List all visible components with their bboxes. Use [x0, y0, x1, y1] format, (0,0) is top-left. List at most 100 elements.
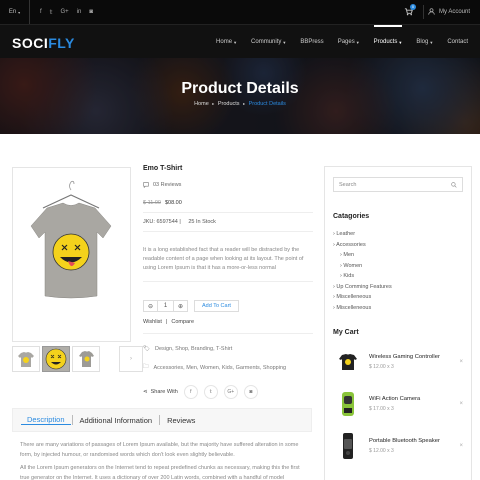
category-miscellaneous-2[interactable]: › Miscelleneous	[333, 303, 463, 314]
reviews-link[interactable]: 03 Reviews	[143, 182, 313, 188]
tab-reviews[interactable]: Reviews	[161, 416, 201, 425]
nav-item-home[interactable]: Home ▼	[216, 25, 237, 59]
chevron-down-icon: ▼	[398, 39, 403, 45]
nav-item-products[interactable]: Products ▼	[373, 25, 403, 59]
cart-item[interactable]: Wireless Gaming Controller $ 12.00 x 3 ×	[333, 346, 463, 378]
cart-item-name[interactable]: Portable Bluetooth Speaker	[369, 438, 459, 444]
linkedin-icon[interactable]: in	[77, 9, 82, 15]
category-men[interactable]: › Men	[333, 250, 463, 261]
divider	[143, 231, 313, 232]
search-input[interactable]: Search	[339, 182, 356, 188]
nav-item-label: Community	[251, 39, 282, 45]
quantity-increase-button[interactable]: ⊕	[173, 300, 188, 312]
cart-item-image	[333, 346, 363, 378]
share-twitter-button[interactable]: 𝕥	[203, 385, 218, 399]
language-selector[interactable]: En ▾	[0, 0, 30, 24]
quantity-input[interactable]: 1	[158, 300, 173, 312]
share-icon: ⋖	[143, 389, 148, 395]
search-icon[interactable]	[451, 181, 457, 188]
cart-count-badge: 0	[410, 4, 416, 10]
cart-item-name[interactable]: WiFi Action Camera	[369, 396, 459, 402]
thumbnail-smiley-closeup[interactable]	[42, 346, 70, 372]
page-title: Product Details	[181, 80, 299, 97]
cart-icon[interactable]: 0	[404, 4, 416, 17]
social-links: f 𝕥 G+ in ◙	[30, 9, 93, 16]
remove-item-icon[interactable]: ×	[459, 359, 463, 365]
thumbnail-tshirt-front[interactable]	[12, 346, 40, 372]
categories-heading: Catagories	[333, 213, 370, 220]
product-tabs: Description Additional Information Revie…	[12, 408, 312, 432]
nav-item-label: Pages	[337, 39, 355, 45]
nav-item-pages[interactable]: Pages ▼	[338, 25, 360, 59]
category-label: Up Comming Features	[336, 283, 392, 290]
cart-item[interactable]: WiFi Action Camera $ 17.00 x 3 ×	[333, 388, 463, 420]
category-women[interactable]: › Women	[333, 261, 463, 272]
thumbnail-next-button[interactable]: ›	[119, 346, 143, 372]
rss-icon[interactable]: ◙	[89, 9, 93, 15]
remove-item-icon[interactable]: ×	[459, 401, 463, 407]
category-label: Men	[343, 252, 355, 258]
tab-description[interactable]: Description	[21, 415, 71, 425]
product-main-image[interactable]	[12, 167, 131, 342]
chevron-right-icon: ›	[130, 356, 132, 362]
category-label: Miscelleneous	[336, 304, 372, 311]
logo[interactable]: SOCIFLY	[12, 35, 75, 51]
add-to-cart-button[interactable]: Add To Cart	[194, 300, 239, 312]
category-miscellaneous[interactable]: › Miscelleneous	[333, 292, 463, 303]
description-paragraph: All the Lorem Ipsum generators on the In…	[20, 465, 300, 480]
remove-item-icon[interactable]: ×	[459, 443, 463, 449]
share-row: ⋖ Share With f 𝕥 G+ ◙	[143, 385, 313, 399]
tab-additional-information[interactable]: Additional Information	[74, 416, 159, 425]
twitter-icon[interactable]: 𝕥	[50, 9, 53, 16]
nav-item-contact[interactable]: Contact	[447, 25, 468, 59]
my-cart-heading: My Cart	[333, 329, 359, 336]
category-upcoming-features[interactable]: › Up Comming Features	[333, 282, 463, 293]
divider	[143, 333, 313, 334]
product-meta: JKU: 6597544 | 25 In Stock	[143, 219, 216, 225]
thumbnail-tshirt-side[interactable]	[72, 346, 100, 372]
facebook-icon[interactable]: f	[40, 9, 42, 15]
google-plus-icon[interactable]: G+	[60, 9, 68, 15]
reviews-count: 03 Reviews	[153, 182, 182, 188]
category-label: Leather	[336, 231, 356, 237]
quantity-decrease-button[interactable]: ⊖	[143, 300, 158, 312]
category-label: Kids	[343, 273, 355, 279]
nav-item-blog[interactable]: Blog ▼	[416, 25, 433, 59]
breadcrumb-home[interactable]: Home	[194, 101, 209, 107]
wishlist-link[interactable]: Wishlist	[143, 319, 162, 325]
nav-item-label: BBPress	[300, 39, 324, 45]
quantity-row: ⊖ 1 ⊕ Add To Cart	[143, 300, 313, 312]
share-rss-button[interactable]: ◙	[243, 385, 258, 399]
product-info: Emo T-Shirt 03 Reviews $ 11.00 $08.00 JKU…	[143, 165, 313, 399]
price: $ 11.00 $08.00	[143, 200, 313, 206]
compare-link[interactable]: Compare	[171, 319, 194, 325]
nav-item-community[interactable]: Community ▼	[251, 25, 286, 59]
category-kids[interactable]: › Kids	[333, 271, 463, 282]
breadcrumb-products[interactable]: Products	[218, 101, 240, 107]
search-box[interactable]: Search	[333, 177, 463, 192]
cart-item-price: $ 12.00 x 3	[369, 364, 394, 370]
cart-item-image	[333, 388, 363, 420]
my-account-link[interactable]: My Account	[428, 8, 470, 15]
category-label: Miscelleneous	[336, 294, 372, 300]
nav-item-bbpress[interactable]: BBPress	[300, 25, 323, 59]
category-leather[interactable]: › Leather	[333, 229, 463, 240]
user-icon	[428, 8, 435, 15]
breadcrumb-current: Product Details	[248, 101, 286, 107]
chevron-down-icon: ▼	[355, 39, 360, 45]
breadcrumb-separator-icon: ▸	[243, 101, 246, 106]
main-navbar: SOCIFLY Home ▼ Community ▼ BBPress Pages ▼ …	[0, 24, 480, 58]
share-facebook-button[interactable]: f	[183, 385, 198, 399]
cart-item[interactable]: Portable Bluetooth Speaker $ 12.00 x 3 ×	[333, 430, 463, 462]
categories-row: 🗀 Accessories, Men, Women, Kids, Garments…	[143, 363, 313, 372]
share-google-plus-button[interactable]: G+	[223, 385, 238, 399]
category-accessories[interactable]: › Accessories	[333, 240, 463, 251]
categories-list[interactable]: Accessories, Men, Women, Kids, Garments,…	[154, 365, 287, 371]
my-account-label: My Account	[439, 8, 471, 15]
nav-item-label: Blog	[416, 39, 429, 45]
cart-item-name[interactable]: Wireless Gaming Controller	[369, 354, 459, 360]
cart-item-price: $ 12.00 x 3	[369, 448, 394, 454]
tab-separator	[71, 415, 73, 425]
separator: |	[165, 319, 168, 325]
tags-list[interactable]: Design, Shop, Branding, T-Shirt	[155, 346, 232, 352]
